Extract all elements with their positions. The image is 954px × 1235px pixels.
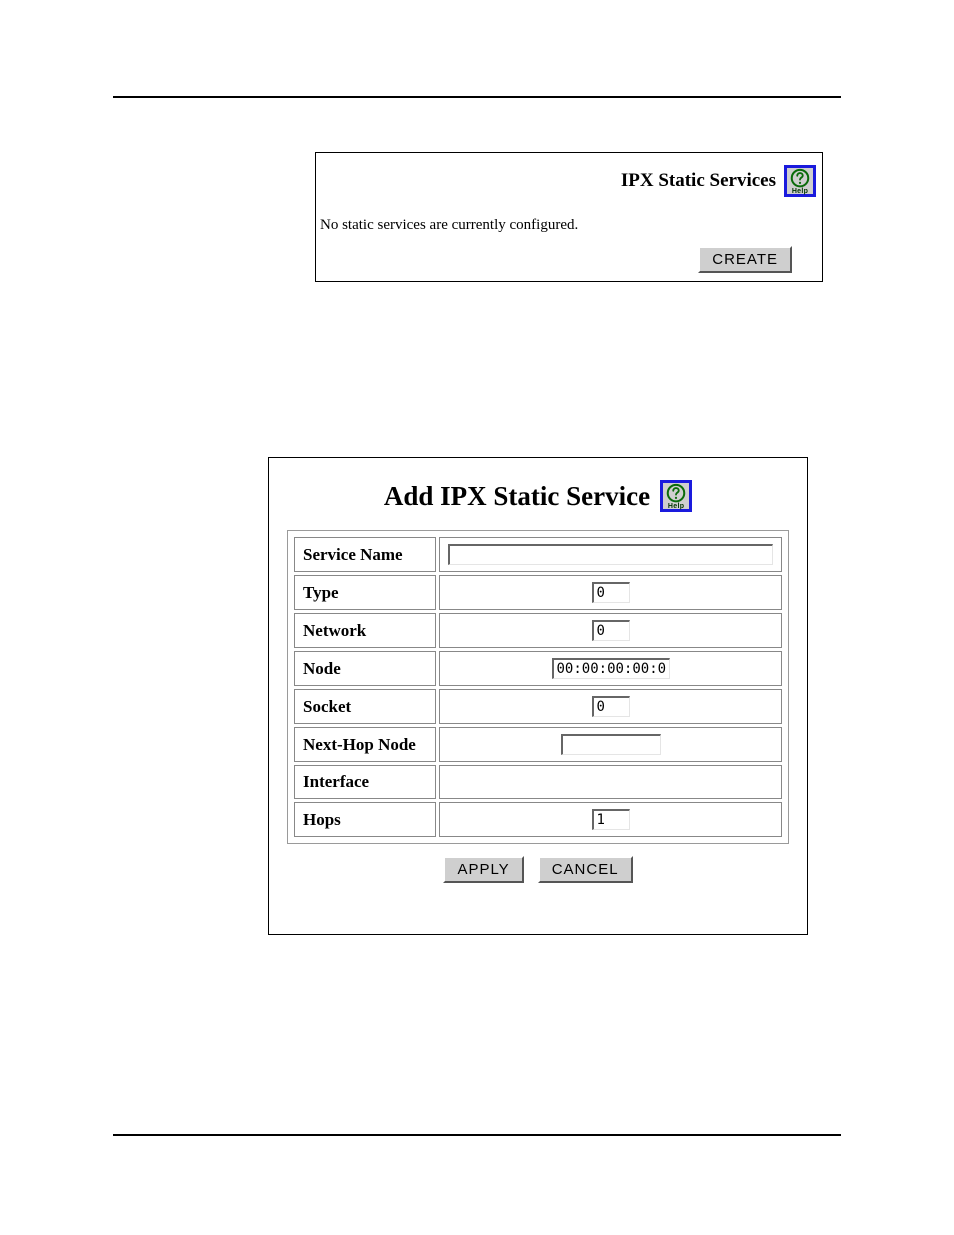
label-hops: Hops — [294, 802, 436, 837]
ipx-static-services-panel: IPX Static Services Help No static servi… — [315, 152, 823, 282]
page-rule-bottom — [113, 1134, 841, 1136]
panel1-button-row: CREATE — [698, 246, 792, 273]
help-icon-label: Help — [787, 188, 813, 195]
row-hops: Hops — [294, 802, 782, 837]
label-next-hop: Next-Hop Node — [294, 727, 436, 762]
create-button[interactable]: CREATE — [698, 246, 792, 273]
cancel-button[interactable]: CANCEL — [538, 856, 633, 883]
row-network: Network — [294, 613, 782, 648]
row-service-name: Service Name — [294, 537, 782, 572]
form-table: Service Name Type Network Node — [291, 534, 785, 840]
help-icon-label: Help — [663, 503, 689, 510]
row-node: Node — [294, 651, 782, 686]
row-type: Type — [294, 575, 782, 610]
label-interface: Interface — [294, 765, 436, 799]
page-rule-top — [113, 96, 841, 98]
label-socket: Socket — [294, 689, 436, 724]
no-static-services-message: No static services are currently configu… — [320, 217, 816, 234]
type-input[interactable] — [592, 582, 630, 603]
add-ipx-static-service-panel: Add IPX Static Service Help Service Name… — [268, 457, 808, 935]
service-name-input[interactable] — [448, 544, 773, 565]
ipx-static-services-title: IPX Static Services — [621, 170, 776, 192]
help-icon[interactable]: Help — [660, 480, 692, 512]
node-input[interactable] — [552, 658, 670, 679]
panel2-button-row: APPLY CANCEL — [269, 856, 807, 883]
panel2-header: Add IPX Static Service Help — [269, 458, 807, 530]
apply-button[interactable]: APPLY — [443, 856, 523, 883]
panel1-header: IPX Static Services Help — [322, 159, 816, 203]
interface-cell — [439, 765, 782, 799]
form-container: Service Name Type Network Node — [287, 530, 789, 844]
help-icon[interactable]: Help — [784, 165, 816, 197]
socket-input[interactable] — [592, 696, 630, 717]
row-interface: Interface — [294, 765, 782, 799]
label-type: Type — [294, 575, 436, 610]
label-network: Network — [294, 613, 436, 648]
add-ipx-static-service-title: Add IPX Static Service — [384, 481, 650, 512]
next-hop-node-input[interactable] — [561, 734, 661, 755]
network-input[interactable] — [592, 620, 630, 641]
hops-input[interactable] — [592, 809, 630, 830]
row-next-hop: Next-Hop Node — [294, 727, 782, 762]
label-service-name: Service Name — [294, 537, 436, 572]
row-socket: Socket — [294, 689, 782, 724]
label-node: Node — [294, 651, 436, 686]
